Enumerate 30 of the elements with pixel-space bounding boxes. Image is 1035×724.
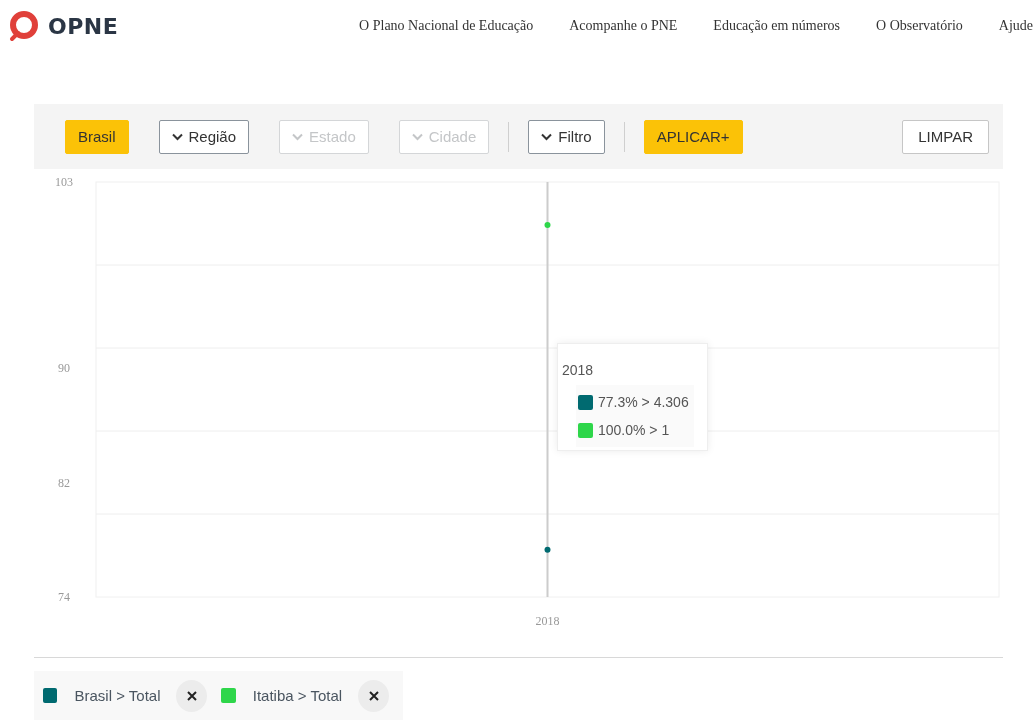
chevron-down-icon <box>171 132 183 141</box>
chevron-down-icon <box>411 132 423 141</box>
nav-link[interactable]: Ajude <box>980 18 1035 34</box>
logo-text: OPNE <box>48 13 119 39</box>
legend-label: Brasil > Total <box>74 687 161 704</box>
filter-button[interactable]: Brasil <box>65 119 129 154</box>
legend-label: Itatiba > Total <box>252 687 343 704</box>
tooltip-title: 2018 <box>562 362 594 378</box>
close-icon <box>186 690 197 701</box>
logo-icon <box>8 10 40 42</box>
y-axis-label: 90 <box>58 361 70 376</box>
remove-button[interactable] <box>358 679 389 712</box>
nav-link[interactable]: Educação em números <box>695 18 859 34</box>
nav-link[interactable]: O Observatório <box>858 18 981 34</box>
close-icon <box>368 690 379 701</box>
chevron-down-icon <box>541 132 553 141</box>
y-axis-label: 82 <box>58 475 70 490</box>
nav-link[interactable]: O Plano Nacional de Educação <box>341 18 552 34</box>
dropdown-button[interactable]: Filtro <box>528 119 605 154</box>
tooltip-value: 100.0% > 1 <box>598 422 670 438</box>
x-axis-label: 2018 <box>535 614 560 628</box>
filter-button[interactable]: APLICAR+ <box>643 119 743 154</box>
chevron-down-icon <box>292 132 304 141</box>
tooltip-value: 77.3% > 4.306 <box>598 394 689 410</box>
y-axis-label: 74 <box>58 590 70 604</box>
y-axis-label: 103 <box>55 175 73 189</box>
dropdown-button[interactable]: Região <box>158 119 250 154</box>
remove-button[interactable] <box>176 679 208 712</box>
filter-button[interactable]: LIMPAR <box>902 119 989 154</box>
nav-link[interactable]: Acompanhe o PNE <box>551 18 696 34</box>
